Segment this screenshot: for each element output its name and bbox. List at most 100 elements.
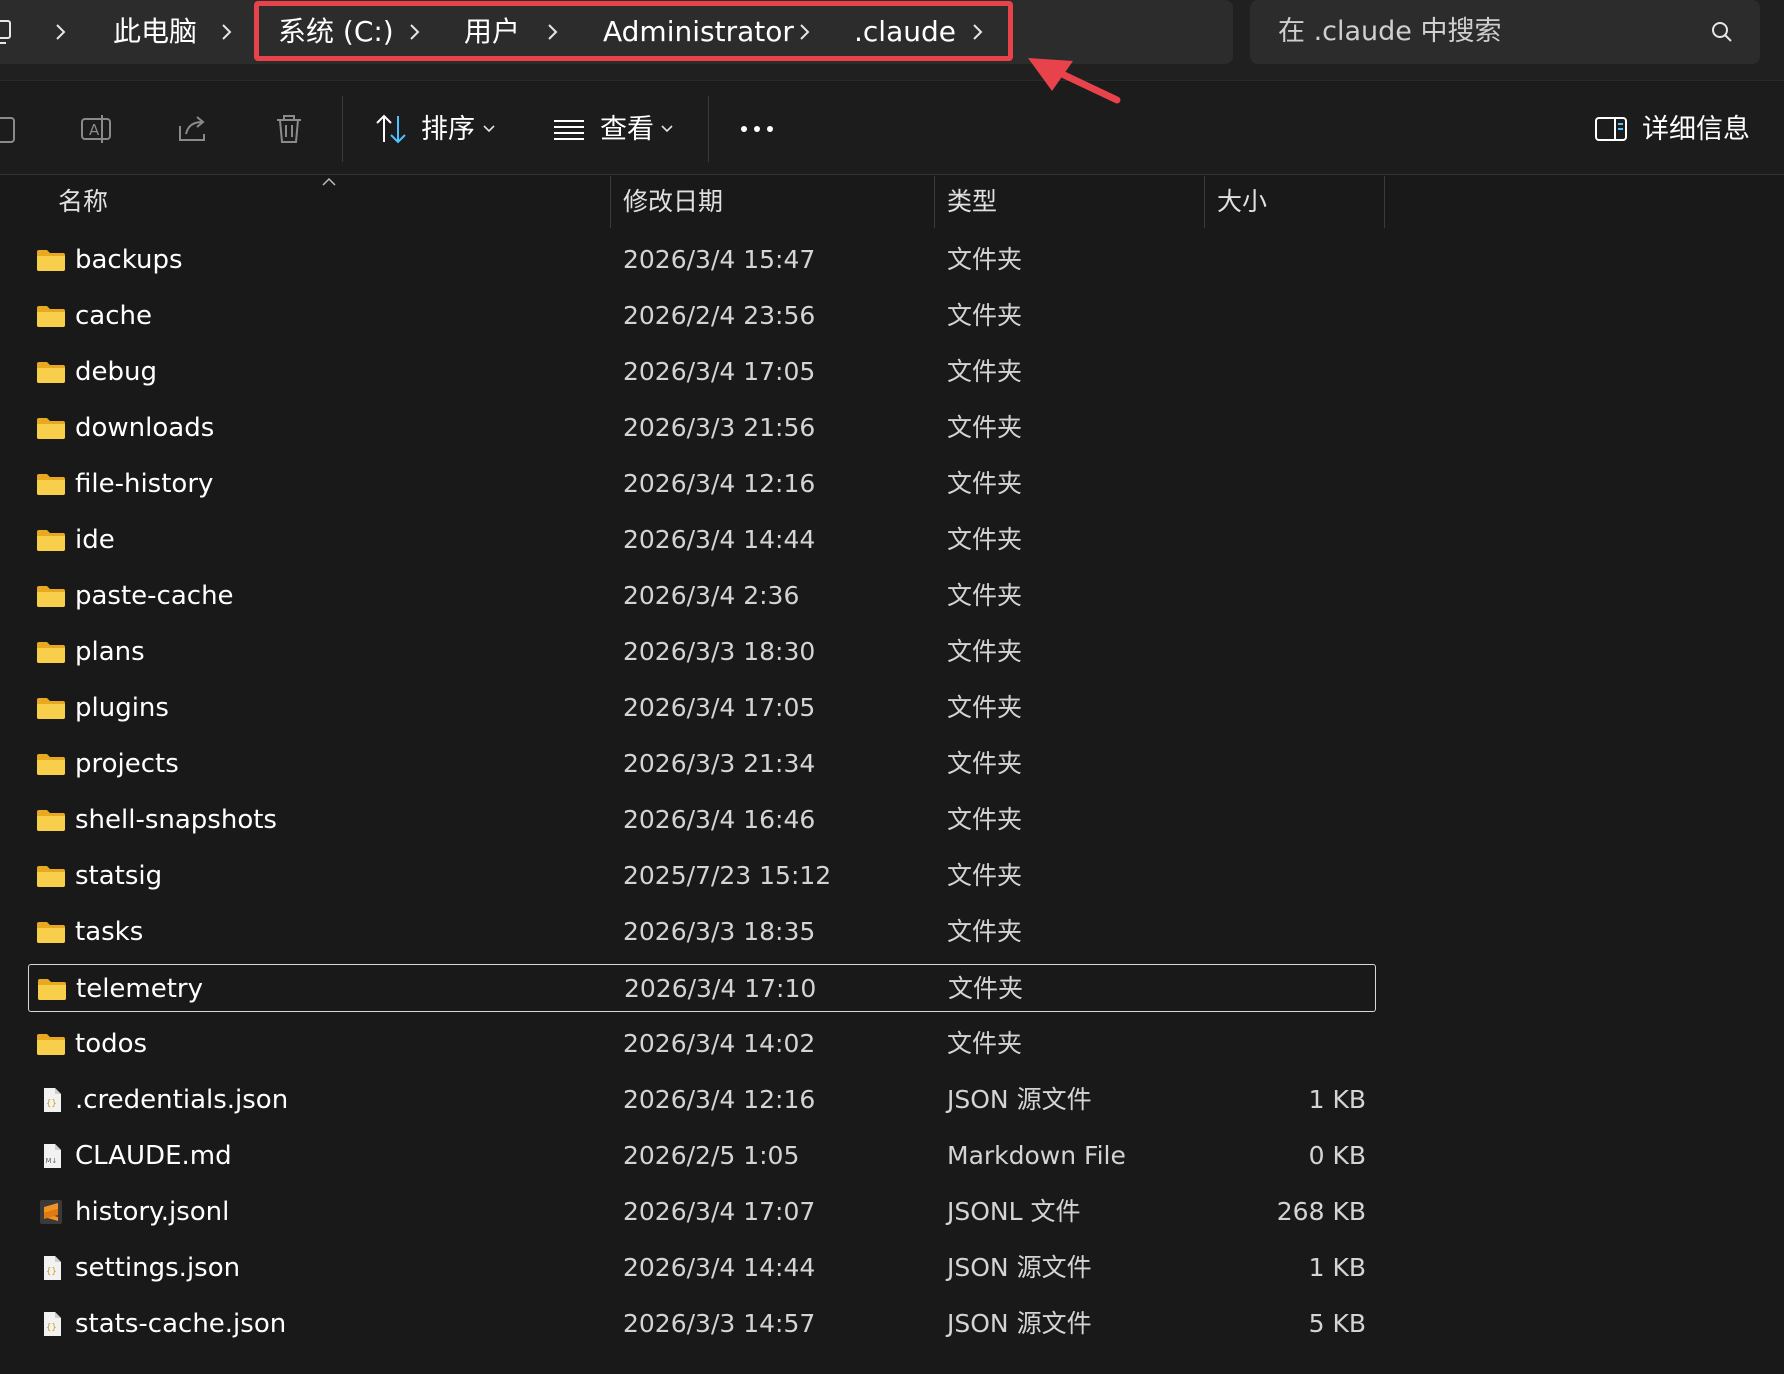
- file-row[interactable]: shell-snapshots 2026/3/4 16:46 文件夹: [28, 796, 1376, 844]
- column-divider[interactable]: [1384, 176, 1385, 228]
- file-type: 文件夹: [947, 1029, 1023, 1058]
- view-button[interactable]: 查看: [600, 110, 654, 150]
- file-modified-date: 2026/3/4 17:07: [623, 1197, 816, 1226]
- search-box[interactable]: 在 .claude 中搜索: [1250, 0, 1760, 64]
- view-icon[interactable]: [552, 112, 586, 146]
- file-row[interactable]: tasks 2026/3/3 18:35 文件夹: [28, 908, 1376, 956]
- file-name: downloads: [75, 413, 215, 443]
- svg-text:{}: {}: [46, 1099, 57, 1109]
- file-modified-date: 2025/7/23 15:12: [623, 861, 832, 890]
- folder-icon: [36, 696, 66, 720]
- file-type: 文件夹: [947, 469, 1023, 498]
- file-modified-date: 2026/3/3 18:35: [623, 917, 816, 946]
- file-row[interactable]: {} stats-cache.json 2026/3/3 14:57 JSON 源文件…: [28, 1300, 1376, 1348]
- file-name: shell-snapshots: [75, 805, 277, 835]
- file-type: 文件夹: [948, 974, 1024, 1003]
- chevron-right-icon[interactable]: [48, 20, 72, 44]
- file-row[interactable]: todos 2026/3/4 14:02 文件夹: [28, 1020, 1376, 1068]
- file-row[interactable]: statsig 2025/7/23 15:12 文件夹: [28, 852, 1376, 900]
- address-bar: 此电脑 系统 (C:) 用户 Administrator .claude 在 .…: [0, 0, 1784, 81]
- file-modified-date: 2026/3/4 15:47: [623, 245, 816, 274]
- chevron-down-icon[interactable]: [482, 122, 496, 136]
- column-header-size[interactable]: 大小: [1217, 176, 1267, 228]
- column-divider[interactable]: [610, 176, 611, 228]
- details-pane-icon[interactable]: [1594, 112, 1628, 146]
- file-modified-date: 2026/3/4 12:16: [623, 469, 816, 498]
- file-modified-date: 2026/3/4 14:44: [623, 525, 816, 554]
- more-options-icon[interactable]: [740, 112, 774, 146]
- this-pc-icon[interactable]: [0, 17, 14, 47]
- file-modified-date: 2026/2/4 23:56: [623, 301, 816, 330]
- folder-icon: [36, 1032, 66, 1056]
- file-row[interactable]: paste-cache 2026/3/4 2:36 文件夹: [28, 572, 1376, 620]
- file-row[interactable]: file-history 2026/3/4 12:16 文件夹: [28, 460, 1376, 508]
- file-row[interactable]: M↓ CLAUDE.md 2026/2/5 1:05 Markdown File 0 K…: [28, 1132, 1376, 1180]
- file-row[interactable]: downloads 2026/3/3 21:56 文件夹: [28, 404, 1376, 452]
- search-input[interactable]: 在 .claude 中搜索: [1278, 12, 1502, 52]
- file-type: 文件夹: [947, 525, 1023, 554]
- share-icon[interactable]: [176, 112, 210, 146]
- rename-icon[interactable]: A: [80, 112, 114, 146]
- sort-button[interactable]: 排序: [421, 110, 475, 150]
- file-row[interactable]: history.jsonl 2026/3/4 17:07 JSONL 文件 268 K…: [28, 1188, 1376, 1236]
- folder-icon: [36, 920, 66, 944]
- column-header-modified[interactable]: 修改日期: [623, 176, 723, 228]
- sort-ascending-icon: [322, 177, 336, 186]
- chevron-down-icon[interactable]: [660, 122, 674, 136]
- file-row[interactable]: debug 2026/3/4 17:05 文件夹: [28, 348, 1376, 396]
- file-type: JSONL 文件: [947, 1197, 1081, 1226]
- column-divider[interactable]: [934, 176, 935, 228]
- file-size: 5 KB: [1308, 1309, 1366, 1338]
- column-header-name[interactable]: 名称: [58, 176, 108, 228]
- file-row[interactable]: plans 2026/3/3 18:30 文件夹: [28, 628, 1376, 676]
- file-name: debug: [75, 357, 157, 387]
- file-type: JSON 源文件: [947, 1253, 1092, 1282]
- file-row[interactable]: {} settings.json 2026/3/4 14:44 JSON 源文件 1 K…: [28, 1244, 1376, 1292]
- file-row[interactable]: telemetry 2026/3/4 17:10 文件夹: [28, 964, 1376, 1012]
- markdown-file-icon: M↓: [36, 1144, 66, 1168]
- file-row[interactable]: cache 2026/2/4 23:56 文件夹: [28, 292, 1376, 340]
- file-modified-date: 2026/3/4 2:36: [623, 581, 800, 610]
- file-size: 1 KB: [1308, 1085, 1366, 1114]
- folder-icon: [36, 752, 66, 776]
- search-icon[interactable]: [1710, 20, 1734, 44]
- file-row[interactable]: ide 2026/3/4 14:44 文件夹: [28, 516, 1376, 564]
- file-name: backups: [75, 245, 183, 275]
- details-button[interactable]: 详细信息: [1642, 110, 1750, 150]
- file-type: 文件夹: [947, 357, 1023, 386]
- folder-icon: [36, 584, 66, 608]
- file-row[interactable]: backups 2026/3/4 15:47 文件夹: [28, 236, 1376, 284]
- json-file-icon: {}: [36, 1256, 66, 1280]
- file-modified-date: 2026/3/3 14:57: [623, 1309, 816, 1338]
- file-modified-date: 2026/3/4 14:02: [623, 1029, 816, 1058]
- chevron-right-icon[interactable]: [214, 20, 238, 44]
- file-type: 文件夹: [947, 917, 1023, 946]
- file-type: Markdown File: [947, 1141, 1126, 1170]
- column-divider[interactable]: [1204, 176, 1205, 228]
- toolbar-divider: [708, 96, 709, 162]
- file-name: telemetry: [76, 974, 204, 1004]
- json-file-icon: {}: [36, 1312, 66, 1336]
- file-name: tasks: [75, 917, 144, 947]
- paste-icon[interactable]: [0, 112, 22, 146]
- sort-icon[interactable]: [374, 112, 408, 146]
- delete-icon[interactable]: [272, 112, 306, 146]
- column-header-type[interactable]: 类型: [947, 176, 997, 228]
- file-modified-date: 2026/3/4 17:05: [623, 693, 816, 722]
- file-row[interactable]: plugins 2026/3/4 17:05 文件夹: [28, 684, 1376, 732]
- file-type: JSON 源文件: [947, 1309, 1092, 1338]
- column-header-row: 名称 修改日期 类型 大小: [0, 176, 1784, 228]
- file-modified-date: 2026/3/4 17:05: [623, 357, 816, 386]
- file-name: .credentials.json: [75, 1085, 289, 1115]
- file-modified-date: 2026/3/4 17:10: [624, 974, 817, 1003]
- file-name: stats-cache.json: [75, 1309, 287, 1339]
- breadcrumb-this-pc[interactable]: 此电脑: [113, 12, 197, 52]
- annotation-arrow-icon: [1028, 58, 1121, 104]
- svg-text:{}: {}: [46, 1267, 57, 1277]
- file-name: paste-cache: [75, 581, 234, 611]
- svg-text:M↓: M↓: [46, 1157, 58, 1165]
- file-modified-date: 2026/3/3 21:34: [623, 749, 816, 778]
- file-row[interactable]: projects 2026/3/3 21:34 文件夹: [28, 740, 1376, 788]
- file-row[interactable]: {} .credentials.json 2026/3/4 12:16 JSON 源文…: [28, 1076, 1376, 1124]
- json-file-icon: {}: [36, 1088, 66, 1112]
